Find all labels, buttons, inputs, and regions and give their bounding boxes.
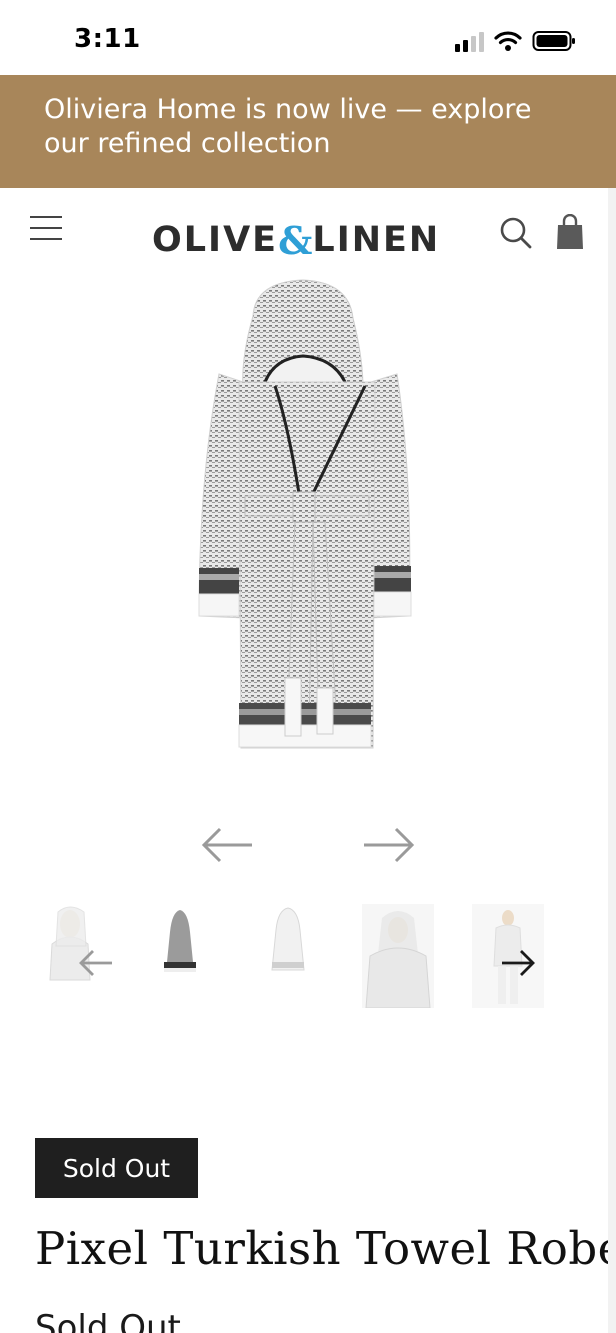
wifi-icon — [494, 31, 522, 51]
site-header: OLIVE & LINEN — [0, 188, 616, 278]
thumbnail-next-arrow-icon[interactable] — [500, 946, 536, 980]
price-status: Sold Out — [35, 1308, 181, 1333]
battery-icon — [532, 31, 575, 51]
thumbnail-robe-white[interactable] — [264, 904, 336, 1008]
product-title: Pixel Turkish Towel Robe — [35, 1222, 616, 1275]
search-icon[interactable] — [499, 216, 533, 250]
announcement-bar[interactable]: Oliviera Home is now live — explore our … — [0, 75, 616, 188]
logo-text-olive: OLIVE — [152, 220, 279, 260]
scrollbar[interactable] — [608, 188, 616, 1333]
status-icons — [455, 28, 576, 54]
thumbnail-robe-dark[interactable] — [158, 904, 230, 1008]
status-bar: 3:11 — [0, 0, 616, 75]
product-main-image[interactable] — [185, 278, 431, 758]
announcement-text[interactable]: Oliviera Home is now live — explore our … — [44, 93, 576, 161]
logo[interactable]: OLIVE & LINEN — [152, 217, 441, 263]
logo-ampersand: & — [278, 217, 313, 263]
shopping-bag-icon[interactable] — [556, 214, 584, 250]
arrow-left-icon[interactable] — [200, 825, 256, 865]
arrow-right-icon[interactable] — [360, 825, 416, 865]
cellular-signal-icon — [455, 30, 484, 52]
thumbnail-prev-arrow-icon[interactable] — [78, 946, 114, 980]
logo-text-linen: LINEN — [312, 220, 441, 260]
status-time: 3:11 — [74, 24, 141, 54]
thumbnail-model-collar[interactable] — [362, 904, 434, 1008]
menu-icon[interactable] — [30, 214, 62, 242]
sold-out-badge: Sold Out — [35, 1138, 198, 1198]
